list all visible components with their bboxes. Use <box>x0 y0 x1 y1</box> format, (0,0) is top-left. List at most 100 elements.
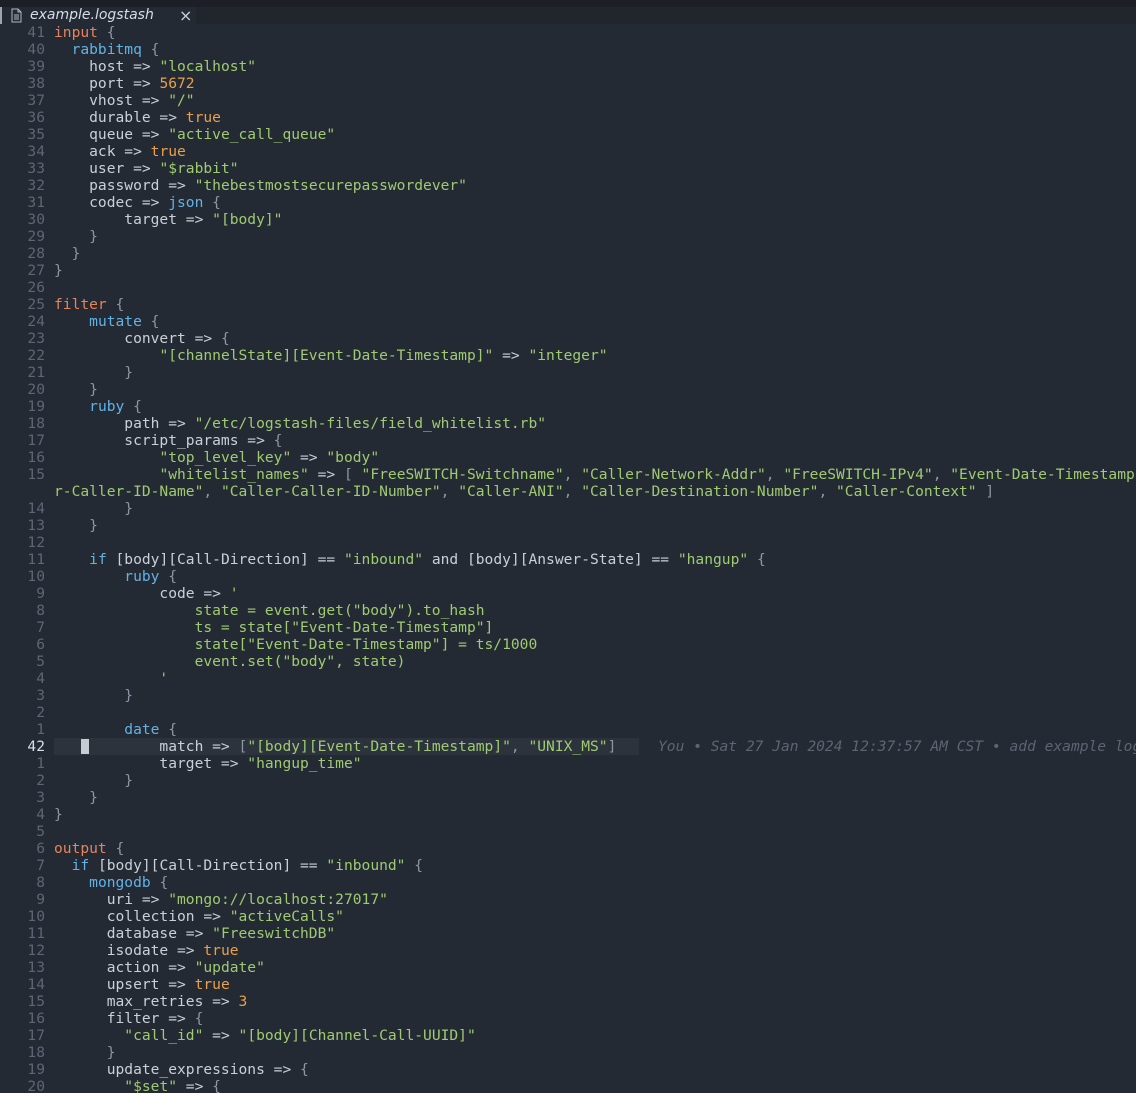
close-icon[interactable]: × <box>179 7 192 24</box>
code-token: "Caller-Destination-Number" <box>581 483 819 500</box>
code-token: codec => <box>54 194 169 211</box>
code-text: output { <box>54 840 124 857</box>
code-line[interactable]: 6 state["Event-Date-Timestamp"] = ts/100… <box>0 636 1136 653</box>
code-line[interactable]: 15 "whitelist_names" => [ "FreeSWITCH-Sw… <box>0 466 1136 483</box>
code-line[interactable]: 23 convert => { <box>0 330 1136 347</box>
code-line[interactable]: 40 rabbitmq { <box>0 41 1136 58</box>
line-number: 1 <box>36 721 45 738</box>
code-line[interactable]: 18 path => "/etc/logstash-files/field_wh… <box>0 415 1136 432</box>
code-text: action => "update" <box>54 959 265 976</box>
code-line[interactable]: 30 target => "[body]" <box>0 211 1136 228</box>
code-line[interactable]: 19 ruby { <box>0 398 1136 415</box>
code-text: } <box>54 772 133 789</box>
code-token: json <box>168 194 204 211</box>
code-line[interactable]: 2 } <box>0 772 1136 789</box>
code-line[interactable]: 7 ts = state["Event-Date-Timestamp"] <box>0 619 1136 636</box>
code-text: vhost => "/" <box>54 92 195 109</box>
code-token: , <box>765 466 784 483</box>
code-line[interactable]: 34 ack => true <box>0 143 1136 160</box>
code-line[interactable]: 11 if [body][Call-Direction] == "inbound… <box>0 551 1136 568</box>
code-line[interactable]: 28 } <box>0 245 1136 262</box>
code-token: => <box>493 347 529 364</box>
code-line[interactable]: 6 output { <box>0 840 1136 857</box>
code-line[interactable]: 1 date { <box>0 721 1136 738</box>
code-line[interactable]: 27} <box>0 262 1136 279</box>
code-line[interactable]: 31 codec => json { <box>0 194 1136 211</box>
code-line[interactable]: 14 upsert => true <box>0 976 1136 993</box>
code-line[interactable]: 12 <box>0 534 1136 551</box>
code-editor[interactable]: 41 input {40 rabbitmq {39 host => "localh… <box>0 24 1136 1093</box>
code-token: { <box>300 1061 309 1078</box>
code-token: r-Caller-ID-Name" <box>54 483 204 500</box>
code-line[interactable]: 1 target => "hangup_time" <box>0 755 1136 772</box>
line-number: 12 <box>27 942 45 959</box>
code-line[interactable]: 20 } <box>0 381 1136 398</box>
code-line[interactable]: 18 } <box>0 1044 1136 1061</box>
code-line[interactable]: 38 port => 5672 <box>0 75 1136 92</box>
code-line[interactable]: 5 <box>0 823 1136 840</box>
code-token: "hangup_time" <box>247 755 362 772</box>
line-number: 31 <box>27 194 45 211</box>
code-token: "/" <box>168 92 195 109</box>
code-text: "[channelState][Event-Date-Timestamp]" =… <box>54 347 607 364</box>
code-line[interactable]: 29 } <box>0 228 1136 245</box>
code-line[interactable]: 3 } <box>0 687 1136 704</box>
code-line[interactable]: 35 queue => "active_call_queue" <box>0 126 1136 143</box>
code-line[interactable]: 13 action => "update" <box>0 959 1136 976</box>
code-line[interactable]: 22 "[channelState][Event-Date-Timestamp]… <box>0 347 1136 364</box>
line-number: 33 <box>27 160 45 177</box>
code-line[interactable]: 21 } <box>0 364 1136 381</box>
code-text: "whitelist_names" => [ "FreeSWITCH-Switc… <box>54 466 1136 483</box>
code-line[interactable]: 14 } <box>0 500 1136 517</box>
tab-example-logstash[interactable]: example.logstash × <box>0 7 196 24</box>
code-token: ruby <box>89 398 125 415</box>
code-token: , <box>563 466 582 483</box>
line-number: 23 <box>27 330 45 347</box>
code-line[interactable]: 10 ruby { <box>0 568 1136 585</box>
code-token: rabbitmq <box>71 41 142 58</box>
code-line[interactable]: 37 vhost => "/" <box>0 92 1136 109</box>
code-line[interactable]: 9 code => ' <box>0 585 1136 602</box>
code-line[interactable]: 8 state = event.get("body").to_hash <box>0 602 1136 619</box>
code-line[interactable]: 7 if [body][Call-Direction] == "inbound"… <box>0 857 1136 874</box>
code-line[interactable]: 11 database => "FreeswitchDB" <box>0 925 1136 942</box>
code-line[interactable]: 16 filter => { <box>0 1010 1136 1027</box>
code-token: [body][Call-Direction] == <box>89 857 327 874</box>
code-line[interactable]: 2 <box>0 704 1136 721</box>
code-line[interactable]: 39 host => "localhost" <box>0 58 1136 75</box>
code-line[interactable]: 4 ' <box>0 670 1136 687</box>
code-line[interactable]: 33 user => "$rabbit" <box>0 160 1136 177</box>
code-line[interactable]: 19 update_expressions => { <box>0 1061 1136 1078</box>
current-code-line[interactable]: 42 match => ["[body][Event-Date-Timestam… <box>0 738 1136 755</box>
code-line[interactable]: 32 password => "thebestmostsecurepasswor… <box>0 177 1136 194</box>
code-token: { <box>748 551 766 568</box>
code-token: , <box>203 483 221 500</box>
code-line[interactable]: 24 mutate { <box>0 313 1136 330</box>
code-line[interactable]: 12 isodate => true <box>0 942 1136 959</box>
code-line[interactable]: r-Caller-ID-Name", "Caller-Caller-ID-Num… <box>0 483 1136 500</box>
code-line[interactable]: 16 "top_level_key" => "body" <box>0 449 1136 466</box>
code-line[interactable]: 41 input { <box>0 24 1136 41</box>
code-line[interactable]: 15 max_retries => 3 <box>0 993 1136 1010</box>
code-line[interactable]: 10 collection => "activeCalls" <box>0 908 1136 925</box>
code-line[interactable]: 36 durable => true <box>0 109 1136 126</box>
code-token: "active_call_queue" <box>168 126 336 143</box>
code-text: rabbitmq { <box>54 41 160 58</box>
code-line[interactable]: 25 filter { <box>0 296 1136 313</box>
code-line[interactable]: 17 script_params => { <box>0 432 1136 449</box>
code-line[interactable]: 8 mongodb { <box>0 874 1136 891</box>
code-line[interactable]: 9 uri => "mongo://localhost:27017" <box>0 891 1136 908</box>
code-line[interactable]: 4} <box>0 806 1136 823</box>
code-line[interactable]: 26 <box>0 279 1136 296</box>
code-line[interactable]: 3 } <box>0 789 1136 806</box>
file-icon <box>9 8 24 23</box>
code-token: ] <box>976 483 995 500</box>
code-line[interactable]: 20 "$set" => { <box>0 1078 1136 1093</box>
code-text: password => "thebestmostsecurepasswordev… <box>54 177 467 194</box>
code-line[interactable]: 17 "call_id" => "[body][Channel-Call-UUI… <box>0 1027 1136 1044</box>
code-line[interactable]: 5 event.set("body", state) <box>0 653 1136 670</box>
code-line[interactable]: 13 } <box>0 517 1136 534</box>
